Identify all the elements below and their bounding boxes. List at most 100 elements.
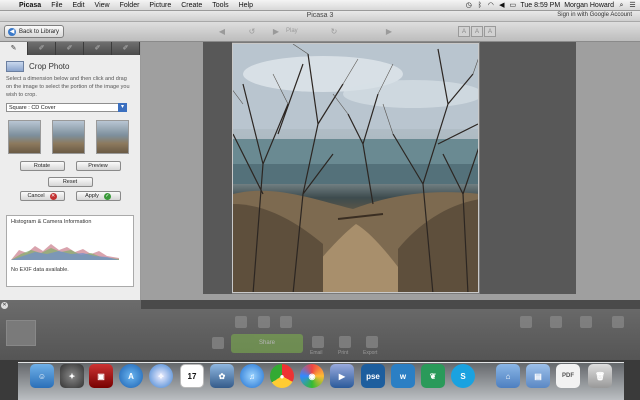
crop-header: Crop Photo bbox=[0, 55, 140, 72]
facetime-icon[interactable]: ▶ bbox=[330, 364, 354, 388]
menu-create[interactable]: Create bbox=[176, 2, 207, 9]
chevron-down-icon[interactable]: ▾ bbox=[118, 103, 127, 112]
search-icon[interactable]: ⌕ bbox=[618, 2, 625, 9]
dimension-select-value: Square : CD Cover bbox=[9, 105, 56, 111]
safari-icon[interactable]: ✧ bbox=[149, 364, 173, 388]
menu-edit[interactable]: Edit bbox=[67, 2, 89, 9]
preview-button[interactable]: Preview bbox=[75, 161, 121, 171]
chrome-icon[interactable]: ● bbox=[270, 364, 294, 388]
info-icon[interactable] bbox=[612, 316, 624, 328]
itunes-icon[interactable]: ♫ bbox=[240, 364, 264, 388]
tag-icon[interactable] bbox=[280, 316, 292, 328]
location-icon[interactable] bbox=[550, 316, 562, 328]
volume-icon[interactable]: ◀ bbox=[498, 2, 505, 9]
play-icon[interactable]: ▶ bbox=[272, 28, 280, 36]
crop-suggestion-thumb[interactable] bbox=[96, 120, 129, 154]
bluetooth-icon[interactable]: ᛒ bbox=[476, 2, 483, 9]
photo-booth-icon[interactable]: ▣ bbox=[89, 364, 113, 388]
share-button[interactable]: Share bbox=[231, 334, 303, 353]
tray-thumbnail[interactable] bbox=[6, 320, 36, 346]
play-label[interactable]: Play bbox=[286, 28, 298, 34]
reset-button[interactable]: Reset bbox=[47, 177, 93, 187]
crop-suggestion-thumb[interactable] bbox=[52, 120, 85, 154]
email-icon[interactable] bbox=[312, 336, 324, 348]
dimension-select[interactable]: Square : CD Cover ▾ bbox=[6, 103, 127, 112]
rotate-tray-right-icon[interactable] bbox=[258, 316, 270, 328]
crop-suggestion-thumb[interactable] bbox=[8, 120, 41, 154]
reset-row: Reset bbox=[0, 177, 140, 187]
timemachine-icon[interactable]: ◷ bbox=[465, 2, 472, 9]
close-icon: ✕ bbox=[49, 192, 57, 200]
cancel-button[interactable]: Cancel ✕ bbox=[19, 191, 65, 201]
menu-tools[interactable]: Tools bbox=[207, 2, 233, 9]
tags-icon[interactable] bbox=[580, 316, 592, 328]
previous-icon[interactable]: ◀ bbox=[218, 28, 226, 36]
pdf-file-icon[interactable]: PDF bbox=[556, 364, 580, 388]
crop-action-row: Rotate Preview bbox=[0, 161, 140, 171]
menu-file[interactable]: File bbox=[46, 2, 67, 9]
checkmark-icon: ✓ bbox=[103, 192, 111, 200]
people-icon[interactable] bbox=[520, 316, 532, 328]
back-to-library-button[interactable]: ◀ Back to Library bbox=[4, 25, 64, 38]
menu-folder[interactable]: Folder bbox=[115, 2, 145, 9]
tab-effects-icon[interactable]: ✐ bbox=[56, 42, 84, 55]
wunderlist-icon[interactable]: w bbox=[391, 364, 415, 388]
rotate-button[interactable]: Rotate bbox=[19, 161, 65, 171]
sign-in-link[interactable]: Sign in with Google Account bbox=[557, 12, 632, 18]
calendar-icon[interactable]: 17 bbox=[180, 364, 204, 388]
tab-tuning-icon[interactable]: ✐ bbox=[28, 42, 56, 55]
documents-folder-icon[interactable]: ▤ bbox=[526, 364, 550, 388]
apply-button[interactable]: Apply ✓ bbox=[75, 191, 121, 201]
notification-icon[interactable]: ☰ bbox=[629, 2, 636, 9]
menu-help[interactable]: Help bbox=[234, 2, 258, 9]
user-name[interactable]: Morgan Howard bbox=[564, 2, 614, 9]
edit-panel: ✎ ✐ ✐ ✐ ✐ Crop Photo Select a dimension … bbox=[0, 42, 141, 300]
app-store-icon[interactable]: A bbox=[119, 364, 143, 388]
edit-tabs: ✎ ✐ ✐ ✐ ✐ bbox=[0, 42, 140, 55]
vine-icon[interactable]: ❦ bbox=[421, 364, 445, 388]
size-medium-button[interactable]: A bbox=[471, 26, 483, 37]
histogram-box: Histogram & Camera Information No EXIF d… bbox=[6, 215, 134, 287]
menu-view[interactable]: View bbox=[90, 2, 115, 9]
skype-icon[interactable]: S bbox=[451, 364, 475, 388]
size-small-button[interactable]: A bbox=[458, 26, 470, 37]
iphoto-icon[interactable]: ✿ bbox=[210, 364, 234, 388]
picasa-icon[interactable]: ◉ bbox=[300, 364, 324, 388]
tab-effects3-icon[interactable]: ✐ bbox=[112, 42, 140, 55]
window-titlebar: Picasa 3 Sign in with Google Account bbox=[0, 11, 640, 22]
launchpad-icon[interactable]: ✦ bbox=[60, 364, 84, 388]
menu-picture[interactable]: Picture bbox=[144, 2, 176, 9]
trash-icon[interactable]: 🗑 bbox=[588, 364, 612, 388]
pse-icon[interactable]: pse bbox=[361, 364, 385, 388]
crop-suggestions bbox=[0, 112, 140, 154]
crop-instructions: Select a dimension below and then click … bbox=[6, 76, 130, 98]
clock[interactable]: Tue 8:59 PM bbox=[520, 2, 560, 9]
applications-folder-icon[interactable]: ⌂ bbox=[496, 364, 520, 388]
print-icon[interactable] bbox=[339, 336, 351, 348]
crop-title: Crop Photo bbox=[29, 62, 70, 71]
wifi-icon[interactable]: ◠ bbox=[487, 2, 494, 9]
export-icon[interactable] bbox=[366, 336, 378, 348]
tab-effects2-icon[interactable]: ✐ bbox=[84, 42, 112, 55]
close-tray-icon[interactable]: ✕ bbox=[1, 302, 8, 309]
finder-icon[interactable]: ☺ bbox=[30, 364, 54, 388]
rotate-tray-icon[interactable] bbox=[235, 316, 247, 328]
histogram-title: Histogram & Camera Information bbox=[11, 219, 92, 225]
app-menu[interactable]: Picasa bbox=[14, 2, 46, 9]
photo-crop-selection[interactable] bbox=[232, 43, 479, 293]
rotate-left-icon[interactable]: ↺ bbox=[248, 28, 256, 36]
rotate-right-icon[interactable]: ↻ bbox=[330, 28, 338, 36]
photo-viewer bbox=[141, 42, 640, 300]
window-title: Picasa 3 bbox=[306, 12, 334, 19]
photo-canvas[interactable] bbox=[203, 42, 576, 294]
email-label: Email bbox=[310, 350, 323, 356]
hold-icon[interactable] bbox=[212, 337, 224, 349]
photo-info-bar bbox=[141, 300, 640, 309]
apply-label: Apply bbox=[85, 192, 99, 199]
tab-basic-fixes-icon[interactable]: ✎ bbox=[0, 42, 28, 55]
toolbar: ◀ Back to Library ◀ ↺ ▶ Play ↻ ▶ A A A bbox=[0, 22, 640, 42]
confirm-row: Cancel ✕ Apply ✓ bbox=[0, 191, 140, 201]
size-large-button[interactable]: A bbox=[484, 26, 496, 37]
battery-icon[interactable]: ▭ bbox=[509, 2, 517, 9]
next-icon[interactable]: ▶ bbox=[385, 28, 393, 36]
